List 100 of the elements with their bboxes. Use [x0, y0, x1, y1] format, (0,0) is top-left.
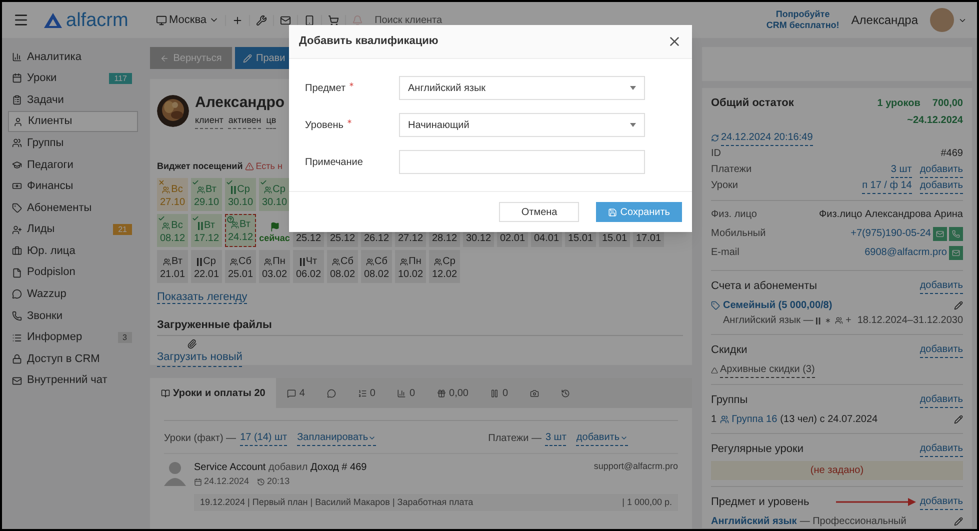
subscription-link[interactable]: Семейный (5 000,00/8) — [723, 298, 832, 313]
lesson-day[interactable]: Вс 08.12 — [157, 214, 188, 247]
edit-icon[interactable] — [954, 517, 963, 526]
add-link[interactable]: добавить — [920, 441, 963, 457]
add-link[interactable]: добавить — [920, 342, 963, 358]
contact-value[interactable]: 6908@alfacrm.pro — [864, 245, 947, 260]
tab[interactable]: 0 — [346, 378, 386, 408]
sidebar-item[interactable]: Абонементы — [8, 197, 138, 219]
note-field[interactable] — [399, 150, 645, 174]
mail-icon[interactable] — [280, 14, 291, 26]
legend-link[interactable]: Показать легенду — [157, 291, 248, 304]
payments-count-link[interactable]: 3 шт — [545, 430, 566, 446]
lesson-date: 17.12 — [194, 232, 220, 245]
lesson-day[interactable]: Ср 12.02 — [429, 250, 460, 283]
add-link[interactable]: добавить — [920, 162, 963, 178]
sidebar-label: Аналитика — [27, 50, 82, 65]
lesson-day[interactable]: Вт 17.12 — [191, 214, 222, 247]
tab[interactable]: 4 — [276, 378, 316, 408]
sidebar-label: Звонки — [27, 308, 63, 324]
subject-link[interactable]: Английский язык — [711, 514, 797, 529]
lesson-day[interactable]: Сб 08.02 — [327, 250, 358, 283]
sidebar-item[interactable]: Внутренний чат — [8, 370, 138, 392]
sidebar-item[interactable]: Клиенты — [8, 110, 138, 132]
contact-value[interactable]: +7(975)190-05-24 — [850, 226, 931, 241]
sidebar-item[interactable]: Информер 3 — [8, 326, 138, 348]
tab[interactable]: 0 — [386, 378, 426, 408]
lesson-day[interactable]: Вс 27.10 — [157, 178, 188, 211]
lesson-day[interactable]: Ср 30.10 — [259, 178, 290, 211]
search-field[interactable]: Поиск клиента — [374, 12, 525, 28]
lesson-day[interactable]: Сб 25.01 — [225, 250, 256, 283]
wrench-icon[interactable] — [256, 14, 267, 26]
feed-time: 20:13 — [267, 475, 290, 488]
lesson-day[interactable]: Сб 08.02 — [361, 250, 392, 283]
status-tag[interactable]: цв — [266, 114, 276, 128]
sidebar-label: Wazzup — [27, 287, 66, 302]
info-link[interactable]: 3 шт — [890, 162, 912, 178]
group-info: (13 чел) с 24.07.2024 — [780, 413, 878, 427]
branch-select[interactable]: Москва — [150, 12, 225, 28]
lesson-day[interactable]: Пн 10.02 — [395, 250, 426, 283]
status-tag[interactable]: клиент — [195, 114, 224, 128]
add-link[interactable]: добавить — [920, 278, 963, 294]
cart-icon[interactable] — [328, 14, 339, 26]
add-payment-link[interactable]: добавить — [576, 430, 628, 446]
sidebar-item[interactable]: Уроки 117 — [8, 68, 138, 90]
sidebar-item[interactable]: Доступ в CRM — [8, 348, 138, 370]
lesson-day[interactable]: Ср 22.01 — [191, 250, 222, 283]
add-link[interactable]: добавить — [920, 494, 963, 510]
sidebar-item[interactable]: Задачи — [8, 89, 138, 111]
tab[interactable]: 0,00 — [426, 378, 480, 408]
upload-link[interactable]: Загрузить новый — [157, 349, 242, 366]
archive-link[interactable]: Архивные скидки (3) — [720, 362, 815, 378]
group-link[interactable]: Группа 16 — [732, 412, 778, 427]
sidebar-item[interactable]: Звонки — [8, 305, 138, 327]
phone-icon[interactable] — [304, 14, 315, 26]
lesson-day[interactable]: Вт 21.01 — [157, 250, 188, 283]
tab[interactable]: 0 — [479, 378, 520, 408]
edit-icon[interactable] — [954, 301, 963, 310]
arrow-left-icon — [160, 54, 170, 62]
status-tag[interactable]: активен — [228, 114, 262, 128]
sidebar-item[interactable]: Юр. лица — [8, 240, 138, 262]
lesson-day[interactable]: Вт 29.10 — [191, 178, 222, 211]
contact-label: E-mail — [711, 246, 740, 260]
user-name[interactable]: Александра — [851, 11, 918, 29]
cancel-button[interactable]: Отмена — [499, 202, 580, 222]
edit-icon[interactable] — [954, 415, 963, 424]
lesson-day[interactable]: Чт 06.02 — [293, 250, 324, 283]
info-link[interactable]: п 17 / ф 14 — [862, 178, 912, 194]
schedule-link[interactable]: Запланировать — [297, 430, 376, 446]
info-label: Платежи — [711, 163, 752, 177]
chat-bubble-icon — [12, 289, 22, 300]
updated-link[interactable]: 24.12.2024 20:16:49 — [721, 130, 813, 146]
sidebar-item[interactable]: Podpislon — [8, 262, 138, 284]
info-label: ID — [711, 147, 721, 161]
add-link[interactable]: добавить — [920, 392, 963, 408]
close-icon[interactable] — [667, 34, 682, 49]
sidebar-item[interactable]: Лиды 21 — [8, 218, 138, 240]
sidebar-label: Доступ в CRM — [27, 352, 100, 367]
select-field[interactable]: Начинающий — [399, 113, 645, 137]
sidebar-item[interactable]: Финансы — [8, 176, 138, 198]
check-icon — [260, 179, 267, 186]
asterisk-icon — [824, 316, 832, 325]
sidebar-item[interactable]: Группы — [8, 132, 138, 154]
bell-icon[interactable] — [352, 14, 363, 26]
menu-icon[interactable] — [13, 12, 29, 28]
tab[interactable]: Уроки и оплаты 20 — [150, 378, 276, 408]
lesson-day[interactable]: Ср 30.10 — [225, 178, 256, 211]
sidebar-item[interactable]: Педагоги — [8, 154, 138, 176]
promo-link[interactable]: Попробуйте CRM бесплатно! — [766, 9, 840, 31]
lesson-date: 30.10 — [262, 196, 288, 209]
lesson-day[interactable]: Вт 24.12 — [225, 214, 256, 247]
lessons-label: Уроки (факт) — — [164, 432, 236, 446]
plus-icon[interactable] — [232, 14, 243, 26]
lessons-count-link[interactable]: 17 (14) шт — [240, 430, 288, 446]
save-button[interactable]: Сохранить — [596, 202, 682, 222]
lesson-day[interactable]: Пн 03.02 — [259, 250, 290, 283]
select-field[interactable]: Английский язык — [399, 76, 645, 100]
sidebar-item[interactable]: Аналитика — [8, 46, 138, 68]
add-link[interactable]: добавить — [920, 178, 963, 194]
sidebar-item[interactable]: Wazzup — [8, 284, 138, 306]
cross-icon — [158, 179, 165, 186]
